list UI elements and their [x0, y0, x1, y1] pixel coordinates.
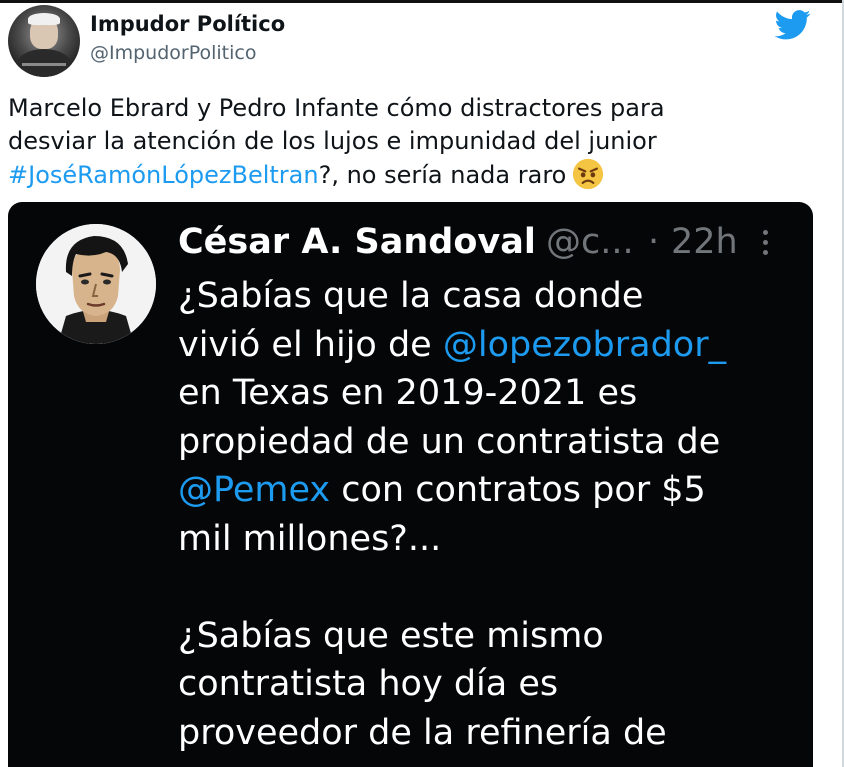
separator-dot: ·	[648, 222, 660, 262]
tweet-text-line: #JoséRamónLópezBeltran?, no sería nada r…	[8, 158, 808, 192]
tweet-screenshot: Impudor Político @ImpudorPolitico Marcel…	[0, 0, 844, 767]
tweet-text-line: desviar la atención de los lujos e impun…	[8, 127, 657, 155]
author-handle[interactable]: @ImpudorPolitico	[90, 42, 256, 64]
hashtag-link[interactable]: #JoséRamónLópezBeltran	[8, 161, 319, 189]
cartoon-portrait-icon	[36, 224, 156, 344]
more-vertical-icon[interactable]	[758, 230, 772, 258]
quoted-text-fragment: vivió el hijo de	[178, 324, 443, 365]
quoted-timestamp[interactable]: 22h	[671, 222, 738, 262]
quoted-text-line: en Texas en 2019-2021 es	[178, 373, 638, 413]
author-avatar[interactable]	[8, 5, 80, 77]
quoted-text-line: propiedad de un contratista de	[178, 421, 721, 462]
quoted-text-line: @Pemex con contratos por $5	[178, 466, 808, 515]
twitter-bird-icon[interactable]	[775, 10, 811, 40]
quoted-text-line: proveedor de la refinería de	[178, 712, 667, 753]
quoted-tweet-text: ¿Sabías que la casa donde vivió el hijo …	[178, 272, 808, 757]
quoted-author-handle[interactable]: @c...	[546, 222, 634, 262]
mention-link[interactable]: @lopezobrador_	[443, 325, 726, 365]
angry-face-emoji-icon	[573, 158, 604, 190]
mention-link[interactable]: @Pemex	[178, 470, 330, 510]
tweet-text-line: Marcelo Ebrard y Pedro Infante cómo dist…	[8, 94, 665, 122]
quoted-text-line: ¿Sabías que la casa donde	[178, 276, 644, 316]
quoted-text-fragment: con contratos por $5	[330, 470, 706, 510]
author-display-name[interactable]: Impudor Político	[90, 12, 285, 36]
quoted-text-line: contratista hoy día es	[178, 664, 559, 704]
quoted-author-display-name[interactable]: César A. Sandoval	[178, 222, 536, 262]
quoted-author-avatar[interactable]	[36, 224, 156, 344]
tweet-text-tail: ?, no sería nada raro	[318, 161, 567, 189]
quoted-text-line: ¿Sabías que este mismo	[178, 615, 604, 656]
quoted-tweet-card[interactable]: César A. Sandoval @c... · 22h ¿Sabías qu…	[8, 202, 813, 767]
top-divider	[0, 0, 844, 3]
tweet-text: Marcelo Ebrard y Pedro Infante cómo dist…	[8, 92, 808, 192]
quoted-text-line: vivió el hijo de @lopezobrador_	[178, 321, 808, 370]
quoted-text-line: mil millones?...	[178, 518, 442, 559]
